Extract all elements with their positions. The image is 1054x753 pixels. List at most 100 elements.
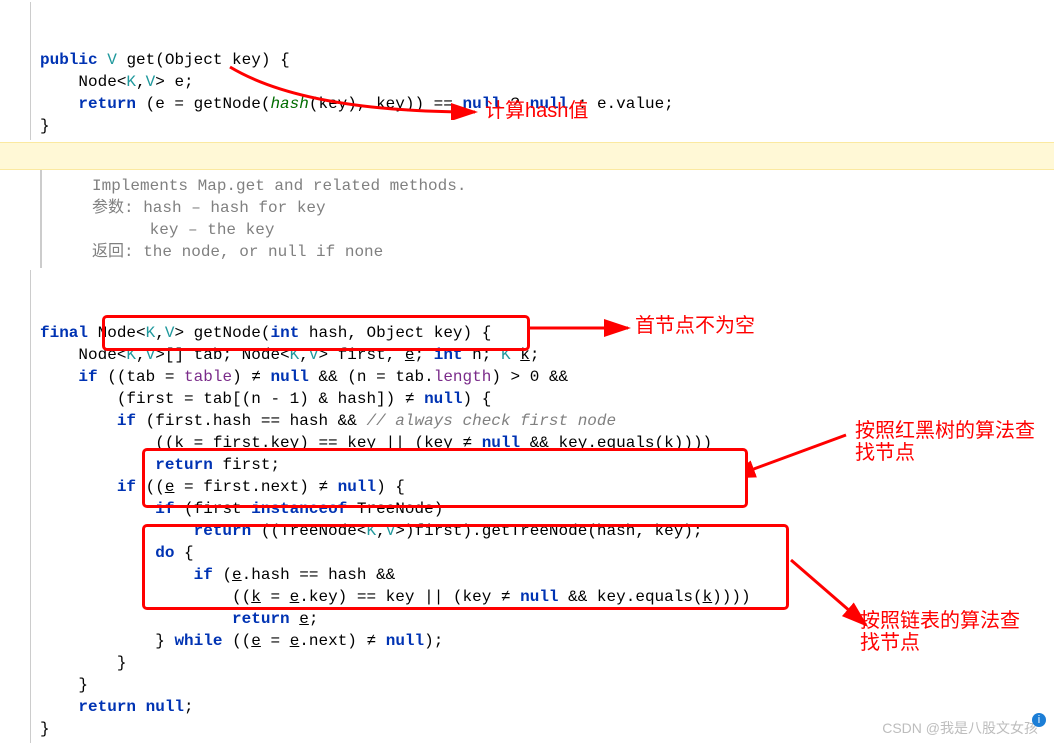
uvar-e: e <box>405 346 415 364</box>
brace2: ) { <box>462 390 491 408</box>
cond1: ((tab = <box>107 368 174 386</box>
treenode: TreeNode) <box>357 500 443 518</box>
u3: e <box>165 478 175 496</box>
field-table: table <box>184 368 232 386</box>
tk3: K <box>290 346 300 364</box>
kw-final: final <box>40 324 88 342</box>
c3: , <box>299 346 309 364</box>
u10: e <box>290 632 300 650</box>
semi2: ; <box>530 346 540 364</box>
u1: k <box>174 434 184 452</box>
expr1: (e = getNode( <box>146 95 271 113</box>
fold-gutter2 <box>30 270 31 743</box>
brace4: { <box>184 544 194 562</box>
doc-l1: Implements Map.get and related methods. <box>92 177 466 195</box>
params: hash, Object key) { <box>309 324 491 342</box>
type-v: V <box>107 51 117 69</box>
tk5: K <box>366 522 376 540</box>
comment1: // always check first node <box>366 412 616 430</box>
brace6: } <box>117 654 127 672</box>
kw-if4: if <box>155 500 174 518</box>
cond10: )))) <box>674 434 712 452</box>
cast1: ((TreeNode< <box>261 522 367 540</box>
kw-returnnull: return null <box>78 698 184 716</box>
cond14: ( <box>222 566 232 584</box>
tk: K <box>146 324 156 342</box>
brace5: } <box>155 632 165 650</box>
cond23: .next) ≠ <box>299 632 376 650</box>
field-length: length <box>434 368 492 386</box>
u9: e <box>251 632 261 650</box>
kw-while: while <box>174 632 222 650</box>
tv2: V <box>146 346 156 364</box>
watermark: CSDN @我是八股文女孩 <box>882 717 1038 739</box>
cond16: (( <box>232 588 251 606</box>
sig2: > getNode( <box>174 324 270 342</box>
node2: Node< <box>98 324 146 342</box>
decl3: > first, <box>319 346 405 364</box>
brace: } <box>40 117 50 135</box>
u2: k <box>664 434 674 452</box>
cond5: (first = tab[(n - 1) & hash]) ≠ <box>117 390 415 408</box>
cond13: (first <box>184 500 242 518</box>
fold-gutter <box>30 2 31 140</box>
sig: get(Object key) { <box>126 51 289 69</box>
cond11: (( <box>146 478 165 496</box>
kw-return3: return <box>194 522 252 540</box>
n: n; <box>472 346 491 364</box>
ret1: first; <box>222 456 280 474</box>
c2: , <box>136 346 146 364</box>
javadoc: Implements Map.get and related methods. … <box>40 170 1054 268</box>
kw-return: return <box>78 95 136 113</box>
null6: null <box>386 632 424 650</box>
cond8: = first.key) == key || (key ≠ <box>184 434 472 452</box>
semi4: ; <box>184 698 194 716</box>
cast2: >)first).getTreeNode(hash, key); <box>395 522 702 540</box>
comma: , <box>136 73 146 91</box>
anno-first: 首节点不为空 <box>635 315 755 337</box>
cond2: ) ≠ <box>232 368 261 386</box>
cond19: && key.equals( <box>568 588 702 606</box>
cond12: = first.next) ≠ <box>174 478 328 496</box>
semi3: ; <box>309 610 319 628</box>
type-k: K <box>126 73 136 91</box>
expr2: (key), key)) == <box>309 95 453 113</box>
decl2: >[] tab; Node< <box>155 346 289 364</box>
kw-public: public <box>40 51 98 69</box>
u8: e <box>299 610 309 628</box>
doc-l3: key – the key <box>92 221 274 239</box>
kw-do: do <box>155 544 174 562</box>
null5: null <box>520 588 558 606</box>
cond18: .key) == key || (key ≠ <box>299 588 510 606</box>
kw-int2: int <box>434 346 463 364</box>
tk4: K <box>501 346 511 364</box>
expr3: : e.value; <box>578 95 674 113</box>
cond9: && key.equals( <box>530 434 664 452</box>
kw-int: int <box>270 324 299 342</box>
cond6: (first.hash == hash && <box>146 412 357 430</box>
anno-hash: 计算hash值 <box>485 100 588 122</box>
kw-if3: if <box>117 478 136 496</box>
fn-hash: hash <box>270 95 308 113</box>
type-v2: V <box>146 73 156 91</box>
u4: e <box>232 566 242 584</box>
brace7: } <box>78 676 88 694</box>
doc-l2: 参数: hash – hash for key <box>92 199 326 217</box>
uvar-k: k <box>520 346 530 364</box>
kw-return2: return <box>155 456 213 474</box>
cond15: .hash == hash && <box>242 566 396 584</box>
null1: null <box>270 368 308 386</box>
cond20: )))) <box>712 588 750 606</box>
u5: k <box>251 588 261 606</box>
null2: null <box>424 390 462 408</box>
cond22: = <box>261 632 290 650</box>
decl: > e; <box>155 73 193 91</box>
cond4: ) > 0 && <box>491 368 568 386</box>
cond24: ); <box>424 632 443 650</box>
null4: null <box>338 478 376 496</box>
cond7: (( <box>155 434 174 452</box>
cond3: && (n = tab. <box>319 368 434 386</box>
tv3: V <box>309 346 319 364</box>
null3: null <box>482 434 520 452</box>
tk2: K <box>126 346 136 364</box>
